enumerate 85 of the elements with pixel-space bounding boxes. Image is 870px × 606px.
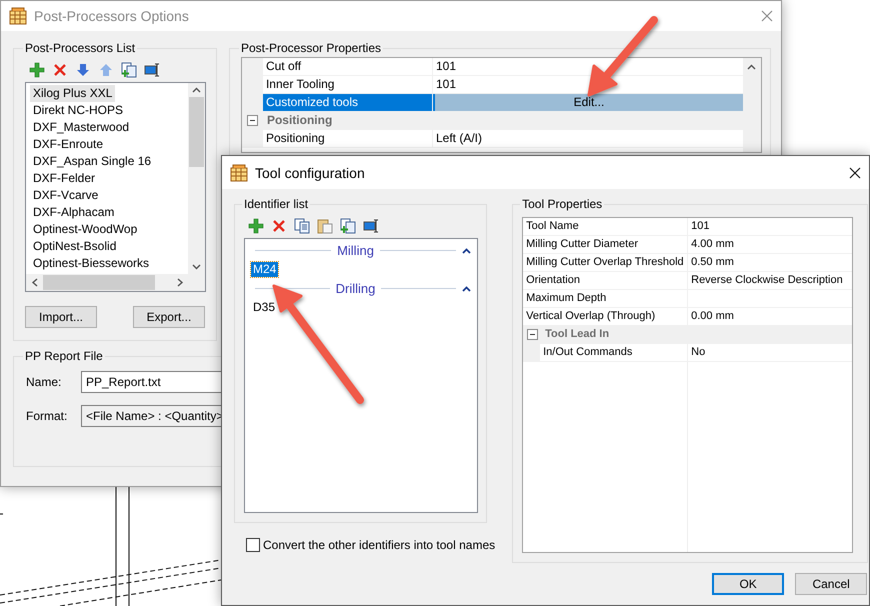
input-field[interactable]: PP_Report.txt — [81, 371, 223, 393]
scroll-up-icon[interactable] — [747, 64, 756, 70]
dropdown-field[interactable]: <File Name> : <Quantity> — [81, 405, 223, 427]
rename-icon[interactable] — [363, 218, 379, 234]
property-value[interactable]: 101 — [432, 76, 743, 93]
list-item[interactable]: DXF-Alphacam — [30, 204, 118, 221]
property-name[interactable]: Maximum Depth — [523, 290, 688, 307]
category-label: Tool Lead In — [544, 327, 610, 342]
group-header: Milling — [337, 243, 374, 258]
group-title: PP Report File — [24, 349, 104, 363]
scrollbar[interactable] — [188, 83, 205, 274]
checkbox[interactable] — [246, 538, 260, 552]
category-label: Positioning — [266, 112, 332, 129]
property-value[interactable]: 101 — [688, 218, 852, 235]
list-item[interactable]: OptiNest-Bsolid — [30, 238, 120, 255]
collapse-icon[interactable] — [462, 248, 471, 254]
group-title: Identifier list — [243, 197, 310, 211]
window-title: Post-Processors Options — [34, 8, 190, 24]
list-item[interactable]: Direkt NC-HOPS — [30, 102, 126, 119]
cancel-button[interactable]: Cancel — [795, 573, 868, 595]
category-row[interactable]: Positioning — [242, 112, 743, 130]
property-value[interactable]: No — [688, 344, 852, 361]
category-row[interactable]: Tool Lead In — [523, 326, 852, 344]
add-icon[interactable] — [29, 62, 45, 78]
scroll-up-icon[interactable] — [192, 87, 201, 93]
group-title: Post-Processors List — [24, 41, 136, 55]
scroll-right-icon[interactable] — [176, 278, 184, 287]
property-name[interactable]: Milling Cutter Diameter — [523, 236, 688, 253]
scrollbar[interactable] — [742, 58, 761, 152]
rename-icon[interactable] — [144, 62, 160, 78]
property-value[interactable]: Reverse Clockwise Description — [688, 272, 852, 289]
copy-add-icon[interactable] — [340, 218, 356, 234]
scroll-thumb[interactable] — [43, 275, 155, 290]
add-icon[interactable] — [248, 218, 264, 234]
property-value[interactable]: 4.00 mm — [688, 236, 852, 253]
list-item[interactable]: DXF_Masterwood — [30, 119, 132, 136]
list-item[interactable]: DXF-Felder — [30, 170, 98, 187]
edit-button[interactable]: Edit... — [432, 94, 743, 111]
import-button[interactable]: Import... — [25, 306, 97, 328]
scroll-down-icon[interactable] — [192, 264, 201, 270]
field-label: Format: — [25, 409, 68, 423]
arrow-down-icon[interactable] — [75, 62, 91, 78]
property-value[interactable]: 0.50 mm — [688, 254, 852, 271]
table-icon — [9, 7, 27, 25]
property-name[interactable]: Cut off — [262, 58, 433, 75]
property-value[interactable]: Left (A/I) — [432, 130, 743, 147]
scroll-left-icon[interactable] — [30, 278, 38, 287]
group-title: Tool Properties — [521, 197, 604, 211]
list-item[interactable]: Optinest-WoodWop — [30, 221, 140, 238]
list-item[interactable]: M24 — [251, 262, 278, 277]
list-item[interactable]: DXF-Vcarve — [30, 187, 102, 204]
property-name[interactable]: Customized tools — [262, 94, 433, 111]
ok-button[interactable]: OK — [712, 573, 784, 595]
table-icon — [230, 164, 248, 182]
property-name[interactable]: Positioning — [262, 130, 433, 147]
group-title: Post-Processor Properties — [240, 41, 382, 55]
property-name[interactable]: Inner Tooling — [262, 76, 433, 93]
list-item[interactable]: Xilog Plus XXL — [30, 85, 116, 102]
property-name[interactable]: Orientation — [523, 272, 688, 289]
checkbox-label[interactable]: Convert the other identifiers into tool names — [263, 538, 496, 552]
property-name[interactable]: Vertical Overlap (Through) — [523, 308, 688, 325]
property-value[interactable]: 101 — [432, 58, 743, 75]
copy-add-icon[interactable] — [121, 62, 137, 78]
export-button[interactable]: Export... — [132, 306, 205, 328]
property-name[interactable]: Tool Name — [523, 218, 688, 235]
dialog-title: Tool configuration — [255, 164, 366, 180]
collapse-icon[interactable] — [246, 115, 258, 126]
list-item[interactable]: DXF-Enroute — [30, 136, 106, 153]
field-label: Name: — [25, 375, 62, 389]
delete-icon[interactable] — [52, 62, 68, 78]
list-item[interactable]: DXF_Aspan Single 16 — [30, 153, 154, 170]
property-value[interactable]: 0.00 mm — [688, 308, 852, 325]
collapse-icon[interactable] — [462, 286, 472, 292]
delete-icon[interactable] — [271, 218, 287, 234]
scroll-thumb[interactable] — [189, 97, 204, 167]
list-item[interactable]: D35 — [251, 300, 278, 315]
scrollbar[interactable] — [26, 274, 188, 291]
copy-icon[interactable] — [294, 218, 310, 234]
close-icon[interactable] — [849, 166, 861, 178]
list-item[interactable]: Optinest-Biesseworks — [30, 255, 152, 272]
property-name[interactable]: In/Out Commands — [540, 344, 688, 361]
paste-icon[interactable] — [317, 218, 333, 234]
group-header: Drilling — [336, 281, 376, 296]
property-name[interactable]: Milling Cutter Overlap Threshold — [523, 254, 688, 271]
collapse-icon[interactable] — [526, 329, 538, 340]
